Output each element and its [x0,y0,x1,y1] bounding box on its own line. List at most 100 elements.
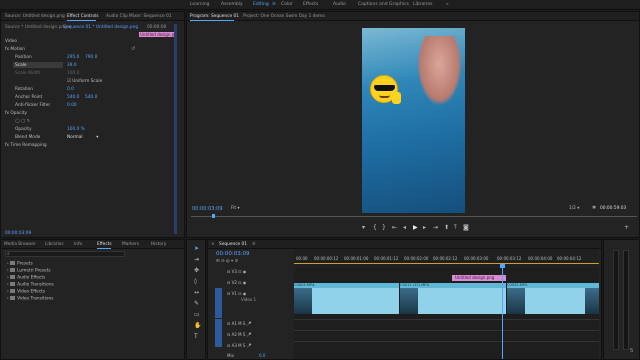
video-frame[interactable] [362,28,465,213]
antiflicker-value[interactable]: 0.00 [67,103,77,108]
timeline-playhead[interactable] [502,267,503,359]
effects-item-video-effects[interactable]: › Video Effects [7,289,45,294]
close-sequence-icon[interactable]: × [211,242,215,247]
timeline-ruler[interactable]: 00:00 00:00:00:12 00:00:01:00 00:00:01:1… [294,249,599,266]
ripple-edit-tool-icon[interactable]: ✥ [194,268,199,274]
step-back-icon[interactable]: ◂ [403,225,406,231]
tab-project[interactable]: Project: One Ocean Swim Day 1 demo [243,14,325,19]
track-select-tool-icon[interactable]: ⇥ [194,257,199,263]
track-label-a3[interactable]: ⊟ A3 M S 🎤 [227,343,252,348]
mini-clip[interactable]: Untitled design.png [139,32,177,37]
selection-tool-icon[interactable]: ➤ [194,246,199,252]
playhead-handle[interactable] [500,264,505,268]
effects-item-presets[interactable]: › Presets [7,261,33,266]
add-marker-icon[interactable]: ▾ [362,225,365,231]
fx-motion-label[interactable]: fx Motion [5,47,25,52]
scale-value[interactable]: 39.0 [67,63,77,68]
tab-audio-clip-mixer[interactable]: Audio Clip Mixer: Sequence 01 [106,14,172,19]
play-icon[interactable]: ▶ [413,225,418,231]
rectangle-tool-icon[interactable]: ▭ [194,312,200,318]
workspace-audio[interactable]: Audio [333,2,346,7]
effects-item-audio-transitions[interactable]: › Audio Transitions [7,282,54,287]
opacity-value[interactable]: 100.0 % [67,127,85,132]
time-remap-label[interactable]: fx Time Remapping [5,143,47,148]
workspace-effects[interactable]: Effects [303,2,318,7]
timeline-tool-icons[interactable]: ⊞ ⊖ ◍ ▾ ⚙ [216,259,238,264]
slip-tool-icon[interactable]: ↔ [194,290,199,296]
add-button-icon[interactable]: + [624,225,629,231]
program-scrubber[interactable] [191,216,637,217]
track-label-a1[interactable]: ⊟ A1 M S 🎤 [227,321,252,326]
track-label-v1[interactable]: ⊟ V1 ⊡ ◉ [227,291,246,296]
sequence-dropdown[interactable]: Sequence 01 * Untitled design.png [63,25,138,30]
graphic-clip[interactable]: Untitled design.png [452,275,506,281]
mix-value[interactable]: 0.0 [259,353,265,358]
source-dropdown[interactable]: Source * Untitled design.png ▾ [5,25,70,30]
source-patch-a1[interactable] [215,319,222,347]
mark-out-icon[interactable]: } [382,225,386,231]
extract-icon[interactable]: ⤒ [454,225,457,231]
wrench-icon[interactable]: ✱ [592,205,596,211]
effects-item-video-transitions[interactable]: › Video Transitions [7,296,54,301]
tab-info[interactable]: Info [74,242,82,247]
work-area-bar[interactable] [294,263,599,264]
track-label-v2[interactable]: ⊟ V2 ⊡ ◉ [227,280,246,285]
video-clip-3[interactable]: C0035.MP4 [507,283,599,314]
mark-in-icon[interactable]: { [373,225,377,231]
program-timecode[interactable]: 00:00:03:09 [192,206,223,212]
anchor-y[interactable]: 540.0 [85,95,97,100]
program-playhead[interactable] [212,214,215,218]
video-clip-2[interactable]: C0012 (37).MP4 [400,283,506,314]
hand-tool-icon[interactable]: ✋ [194,323,201,329]
video-clip-1[interactable]: C0003.MP4 [294,283,399,314]
more-workspaces-icon[interactable]: » [446,2,449,7]
export-frame-icon[interactable]: ◙ [463,225,469,231]
tab-effects[interactable]: Effects [97,242,112,247]
workspace-captions[interactable]: Captions and Graphics [358,2,409,7]
go-to-in-icon[interactable]: ⇤ [392,225,397,231]
position-y[interactable]: 790.0 [85,55,97,60]
workspace-color[interactable]: Color [281,2,293,7]
source-patch-v1[interactable] [215,288,222,318]
anchor-x[interactable]: 540.0 [67,95,79,100]
workspace-editing[interactable]: Editing [253,2,269,7]
effects-item-audio-effects[interactable]: › Audio Effects [7,275,45,280]
mini-playhead[interactable] [174,24,177,234]
lift-icon[interactable]: ⬆ [444,225,449,231]
solo-button-icon[interactable]: S [630,348,633,354]
tab-history[interactable]: History [151,242,166,247]
position-x[interactable]: 295.0 [67,55,79,60]
effects-search-input[interactable] [5,251,125,257]
rotation-value[interactable]: 0.0 [67,87,74,92]
fit-dropdown[interactable]: Fit ▾ [231,206,240,211]
tab-source[interactable]: Source: Untitled design.png [5,14,65,19]
step-forward-icon[interactable]: ▸ [423,225,426,231]
effects-item-lumetri[interactable]: › Lumetri Presets [7,268,51,273]
type-tool-icon[interactable]: T [194,334,198,340]
tab-program[interactable]: Program: Sequence 01 [190,14,239,19]
timeline-timecode[interactable]: 00:00:03:09 [216,251,250,257]
tab-markers[interactable]: Markers [122,242,139,247]
uniform-scale-checkbox[interactable]: ☑ Uniform Scale [67,79,102,84]
fx-opacity-label[interactable]: fx Opacity [5,111,27,116]
go-to-out-icon[interactable]: ⇥ [433,225,438,231]
workspace-libraries[interactable]: Libraries [413,2,432,7]
tab-sequence-01[interactable]: Sequence 01 [219,242,247,247]
ec-timecode[interactable]: 00:00:03:09 [5,231,31,236]
reset-motion-icon[interactable]: ↺ [131,46,135,52]
pen-tool-icon[interactable]: ✎ [194,301,199,307]
tracks-area[interactable]: Untitled design.png C0003.MP4 C0012 (37)… [294,264,599,359]
track-label-a2[interactable]: ⊟ A2 M S 🎤 [227,332,252,337]
tab-media-browser[interactable]: Media Browser [4,242,36,247]
tab-libraries[interactable]: Libraries [45,242,64,247]
mask-tools-icons[interactable]: ◯ ▢ ✎ [15,119,30,124]
timeline-menu-icon[interactable]: ≡ [252,242,256,247]
resolution-dropdown[interactable]: 1/2 ▾ [569,206,579,211]
workspace-assembly[interactable]: Assembly [221,2,243,7]
razor-tool-icon[interactable]: ◊ [194,279,197,285]
workspace-learning[interactable]: Learning [190,2,210,7]
blend-dropdown[interactable]: Normal ▾ [67,135,98,140]
workspace-menu-icon[interactable]: ≡ [272,2,276,7]
tab-effect-controls[interactable]: Effect Controls [67,14,99,19]
track-label-v3[interactable]: ⊟ V3 ⊡ ◉ [227,269,246,274]
